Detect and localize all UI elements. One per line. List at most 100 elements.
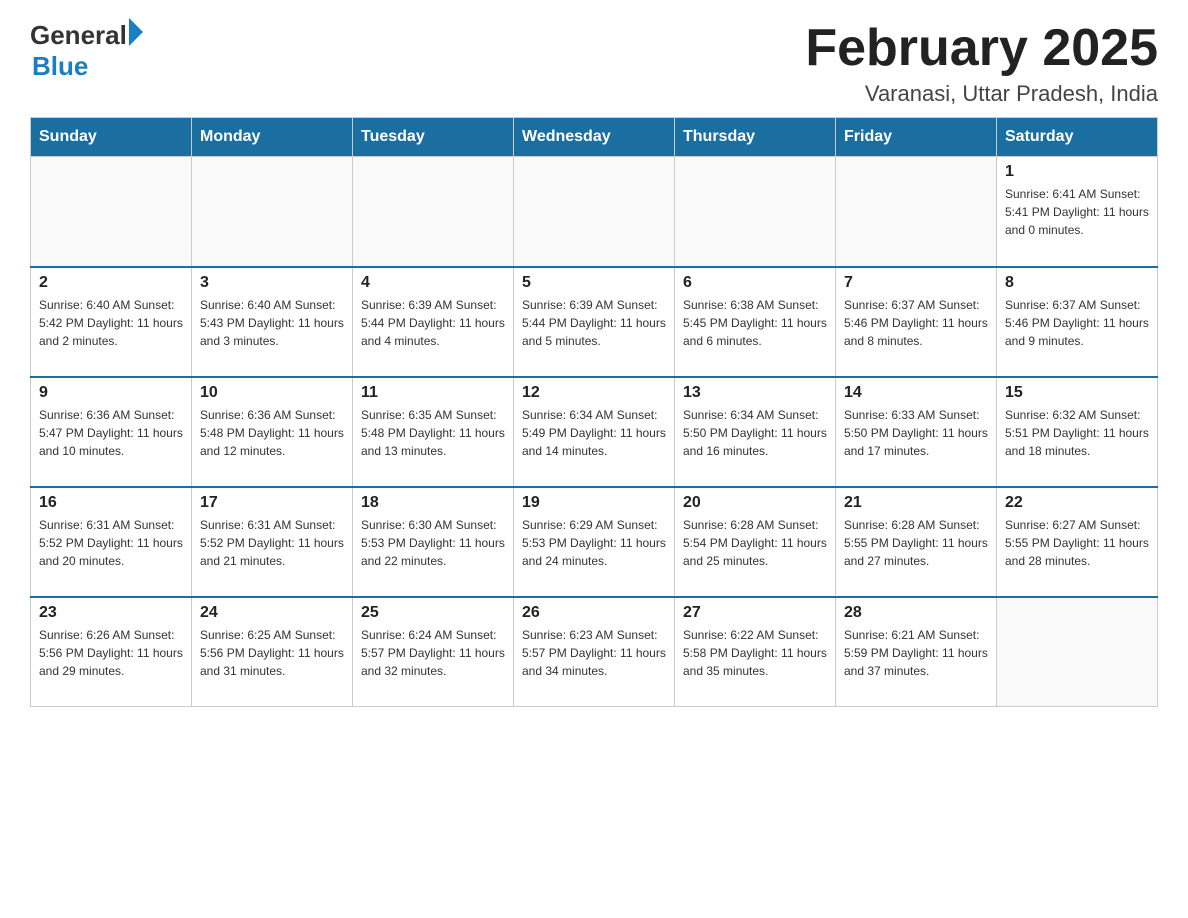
- calendar-cell: [31, 157, 192, 267]
- calendar-cell: [192, 157, 353, 267]
- calendar-cell: 4 Sunrise: 6:39 AM Sunset: 5:44 PM Daylig…: [353, 267, 514, 377]
- day-number: 16: [39, 494, 183, 512]
- calendar-cell: [353, 157, 514, 267]
- calendar-cell: 16 Sunrise: 6:31 AM Sunset: 5:52 PM Dayli…: [31, 487, 192, 597]
- calendar-cell: [836, 157, 997, 267]
- day-number: 13: [683, 384, 827, 402]
- title-section: February 2025 Varanasi, Uttar Pradesh, I…: [805, 20, 1158, 107]
- location-text: Varanasi, Uttar Pradesh, India: [805, 81, 1158, 107]
- day-number: 27: [683, 604, 827, 622]
- day-number: 1: [1005, 163, 1149, 181]
- calendar-cell: 18 Sunrise: 6:30 AM Sunset: 5:53 PM Dayli…: [353, 487, 514, 597]
- day-number: 17: [200, 494, 344, 512]
- day-info: Sunrise: 6:22 AM Sunset: 5:58 PM Dayligh…: [683, 626, 827, 680]
- day-info: Sunrise: 6:35 AM Sunset: 5:48 PM Dayligh…: [361, 406, 505, 460]
- calendar-cell: 24 Sunrise: 6:25 AM Sunset: 5:56 PM Dayli…: [192, 597, 353, 707]
- day-number: 4: [361, 274, 505, 292]
- calendar-week-2: 2 Sunrise: 6:40 AM Sunset: 5:42 PM Daylig…: [31, 267, 1158, 377]
- day-info: Sunrise: 6:39 AM Sunset: 5:44 PM Dayligh…: [361, 296, 505, 350]
- page-header: General Blue February 2025 Varanasi, Utt…: [30, 20, 1158, 107]
- calendar-cell: 13 Sunrise: 6:34 AM Sunset: 5:50 PM Dayli…: [675, 377, 836, 487]
- day-info: Sunrise: 6:21 AM Sunset: 5:59 PM Dayligh…: [844, 626, 988, 680]
- day-info: Sunrise: 6:39 AM Sunset: 5:44 PM Dayligh…: [522, 296, 666, 350]
- calendar-cell: 7Sunrise: 6:37 AM Sunset: 5:46 PM Daylig…: [836, 267, 997, 377]
- calendar-header-wednesday: Wednesday: [514, 118, 675, 157]
- calendar-cell: 11 Sunrise: 6:35 AM Sunset: 5:48 PM Dayli…: [353, 377, 514, 487]
- day-number: 10: [200, 384, 344, 402]
- calendar-cell: 8 Sunrise: 6:37 AM Sunset: 5:46 PM Daylig…: [997, 267, 1158, 377]
- day-info: Sunrise: 6:28 AM Sunset: 5:55 PM Dayligh…: [844, 516, 988, 570]
- day-number: 2: [39, 274, 183, 292]
- day-info: Sunrise: 6:36 AM Sunset: 5:48 PM Dayligh…: [200, 406, 344, 460]
- calendar-cell: [514, 157, 675, 267]
- day-info: Sunrise: 6:40 AM Sunset: 5:42 PM Dayligh…: [39, 296, 183, 350]
- calendar-header-saturday: Saturday: [997, 118, 1158, 157]
- calendar-header-friday: Friday: [836, 118, 997, 157]
- calendar-cell: 14Sunrise: 6:33 AM Sunset: 5:50 PM Dayli…: [836, 377, 997, 487]
- day-info: Sunrise: 6:34 AM Sunset: 5:50 PM Dayligh…: [683, 406, 827, 460]
- calendar-header-row: SundayMondayTuesdayWednesdayThursdayFrid…: [31, 118, 1158, 157]
- calendar-header-tuesday: Tuesday: [353, 118, 514, 157]
- calendar-cell: 23Sunrise: 6:26 AM Sunset: 5:56 PM Dayli…: [31, 597, 192, 707]
- logo-arrow-icon: [129, 18, 143, 46]
- day-number: 11: [361, 384, 505, 402]
- calendar-header-sunday: Sunday: [31, 118, 192, 157]
- day-number: 9: [39, 384, 183, 402]
- day-number: 12: [522, 384, 666, 402]
- day-info: Sunrise: 6:30 AM Sunset: 5:53 PM Dayligh…: [361, 516, 505, 570]
- day-info: Sunrise: 6:29 AM Sunset: 5:53 PM Dayligh…: [522, 516, 666, 570]
- day-number: 21: [844, 494, 988, 512]
- calendar-cell: 9 Sunrise: 6:36 AM Sunset: 5:47 PM Daylig…: [31, 377, 192, 487]
- day-info: Sunrise: 6:41 AM Sunset: 5:41 PM Dayligh…: [1005, 185, 1149, 239]
- day-number: 18: [361, 494, 505, 512]
- day-info: Sunrise: 6:25 AM Sunset: 5:56 PM Dayligh…: [200, 626, 344, 680]
- calendar-cell: 21 Sunrise: 6:28 AM Sunset: 5:55 PM Dayli…: [836, 487, 997, 597]
- day-info: Sunrise: 6:31 AM Sunset: 5:52 PM Dayligh…: [39, 516, 183, 570]
- calendar-cell: 3Sunrise: 6:40 AM Sunset: 5:43 PM Daylig…: [192, 267, 353, 377]
- logo-general-text: General: [30, 20, 127, 51]
- calendar-cell: 27 Sunrise: 6:22 AM Sunset: 5:58 PM Dayli…: [675, 597, 836, 707]
- day-info: Sunrise: 6:36 AM Sunset: 5:47 PM Dayligh…: [39, 406, 183, 460]
- calendar-cell: 26Sunrise: 6:23 AM Sunset: 5:57 PM Dayli…: [514, 597, 675, 707]
- day-info: Sunrise: 6:37 AM Sunset: 5:46 PM Dayligh…: [1005, 296, 1149, 350]
- calendar-cell: 5 Sunrise: 6:39 AM Sunset: 5:44 PM Daylig…: [514, 267, 675, 377]
- day-info: Sunrise: 6:28 AM Sunset: 5:54 PM Dayligh…: [683, 516, 827, 570]
- day-info: Sunrise: 6:27 AM Sunset: 5:55 PM Dayligh…: [1005, 516, 1149, 570]
- month-title: February 2025: [805, 20, 1158, 77]
- calendar-header-thursday: Thursday: [675, 118, 836, 157]
- calendar-cell: 2 Sunrise: 6:40 AM Sunset: 5:42 PM Daylig…: [31, 267, 192, 377]
- calendar-cell: 28 Sunrise: 6:21 AM Sunset: 5:59 PM Dayli…: [836, 597, 997, 707]
- day-number: 6: [683, 274, 827, 292]
- day-info: Sunrise: 6:26 AM Sunset: 5:56 PM Dayligh…: [39, 626, 183, 680]
- day-number: 5: [522, 274, 666, 292]
- day-info: Sunrise: 6:32 AM Sunset: 5:51 PM Dayligh…: [1005, 406, 1149, 460]
- calendar-cell: 15 Sunrise: 6:32 AM Sunset: 5:51 PM Dayli…: [997, 377, 1158, 487]
- calendar-cell: 12Sunrise: 6:34 AM Sunset: 5:49 PM Dayli…: [514, 377, 675, 487]
- day-info: Sunrise: 6:33 AM Sunset: 5:50 PM Dayligh…: [844, 406, 988, 460]
- day-number: 24: [200, 604, 344, 622]
- day-info: Sunrise: 6:31 AM Sunset: 5:52 PM Dayligh…: [200, 516, 344, 570]
- logo: General Blue: [30, 20, 143, 82]
- calendar-week-5: 23Sunrise: 6:26 AM Sunset: 5:56 PM Dayli…: [31, 597, 1158, 707]
- logo-blue-text: Blue: [32, 51, 88, 81]
- calendar-header-monday: Monday: [192, 118, 353, 157]
- day-number: 26: [522, 604, 666, 622]
- calendar-cell: 25 Sunrise: 6:24 AM Sunset: 5:57 PM Dayli…: [353, 597, 514, 707]
- calendar-week-3: 9 Sunrise: 6:36 AM Sunset: 5:47 PM Daylig…: [31, 377, 1158, 487]
- day-info: Sunrise: 6:40 AM Sunset: 5:43 PM Dayligh…: [200, 296, 344, 350]
- calendar-cell: 20 Sunrise: 6:28 AM Sunset: 5:54 PM Dayli…: [675, 487, 836, 597]
- day-number: 8: [1005, 274, 1149, 292]
- calendar-week-1: 1 Sunrise: 6:41 AM Sunset: 5:41 PM Daylig…: [31, 157, 1158, 267]
- day-info: Sunrise: 6:37 AM Sunset: 5:46 PM Dayligh…: [844, 296, 988, 350]
- day-number: 20: [683, 494, 827, 512]
- calendar-cell: 10 Sunrise: 6:36 AM Sunset: 5:48 PM Dayli…: [192, 377, 353, 487]
- day-number: 15: [1005, 384, 1149, 402]
- calendar-cell: [997, 597, 1158, 707]
- calendar-week-4: 16 Sunrise: 6:31 AM Sunset: 5:52 PM Dayli…: [31, 487, 1158, 597]
- calendar-cell: 19Sunrise: 6:29 AM Sunset: 5:53 PM Dayli…: [514, 487, 675, 597]
- calendar-cell: 17 Sunrise: 6:31 AM Sunset: 5:52 PM Dayli…: [192, 487, 353, 597]
- day-number: 25: [361, 604, 505, 622]
- calendar-cell: 22Sunrise: 6:27 AM Sunset: 5:55 PM Dayli…: [997, 487, 1158, 597]
- day-number: 28: [844, 604, 988, 622]
- day-info: Sunrise: 6:24 AM Sunset: 5:57 PM Dayligh…: [361, 626, 505, 680]
